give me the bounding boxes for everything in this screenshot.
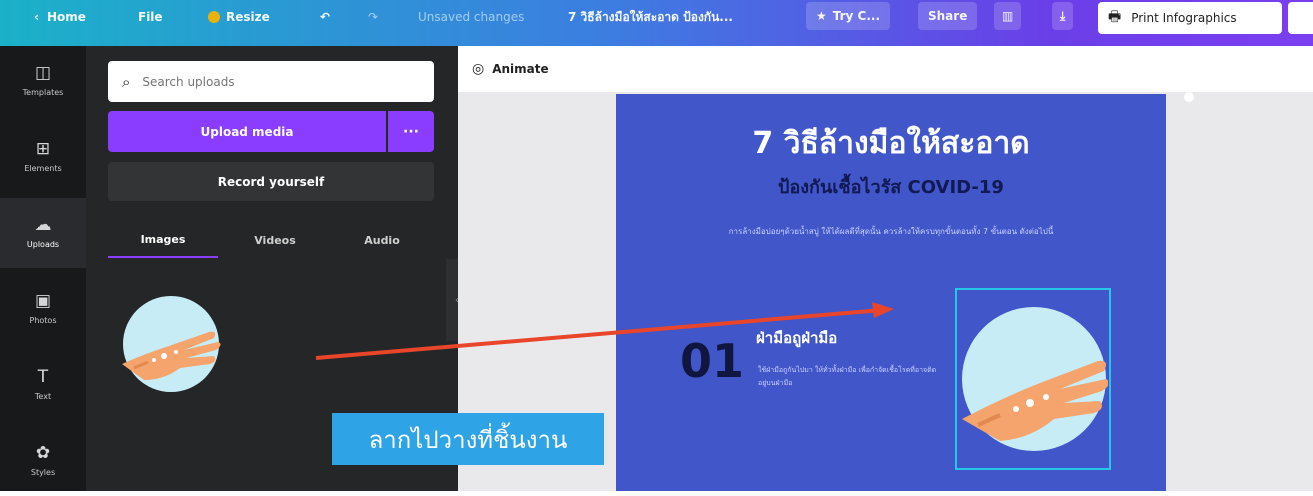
templates-icon: ◫ <box>34 63 52 83</box>
try-pro-button[interactable]: ★ Try C... <box>806 2 891 30</box>
instruction-caption: ลากไปวางที่ชิ้นงาน <box>332 413 604 465</box>
more-dots-icon: ··· <box>403 123 419 140</box>
uploaded-image-thumbnail[interactable] <box>114 294 228 394</box>
home-label: Home <box>46 10 86 24</box>
crown-icon <box>208 11 220 23</box>
sidebar-item-label: Elements <box>24 164 62 173</box>
design-page[interactable]: 7 วิธีล้างมือให้สะอาด ป้องกันเชื้อไวรัส … <box>616 94 1166 491</box>
record-label: Record yourself <box>217 174 325 189</box>
sidebar-item-label: Photos <box>29 316 57 325</box>
search-input[interactable] <box>142 74 393 89</box>
tab-audio[interactable]: Audio <box>330 222 434 258</box>
sidebar-item-label: Uploads <box>26 240 60 249</box>
top-bar: ‹ Home File Resize ↶ ↷ Unsaved changes 7… <box>0 0 1313 46</box>
text-icon: T <box>37 367 49 387</box>
file-label: File <box>138 10 163 24</box>
uploads-icon: ☁ <box>34 215 52 235</box>
document-title[interactable]: 7 วิธีล้างมือให้สะอาด ป้องกัน... <box>568 6 733 28</box>
upload-media-button[interactable]: Upload media <box>108 111 386 152</box>
star-icon: ★ <box>816 9 827 23</box>
upload-options-button[interactable]: ··· <box>388 111 434 152</box>
bar-chart-icon: ▥ <box>1002 9 1014 23</box>
sidebar-item-label: Text <box>34 392 52 401</box>
design-description[interactable]: การล้างมือบ่อยๆด้วยน้ำสบู่ ให้ได้ผลดีที่… <box>686 224 1096 239</box>
step-description[interactable]: ใช้ฝ่ามือถูกันไปมา ให้ทั่วทั้งฝ่ามือ เพื… <box>758 364 938 390</box>
file-menu[interactable]: File <box>138 6 163 28</box>
styles-icon: ✿ <box>35 443 51 463</box>
try-label: Try C... <box>832 9 881 23</box>
animate-button[interactable]: Animate <box>492 62 548 76</box>
download-button[interactable]: ⤓ <box>1052 2 1074 30</box>
step-number[interactable]: 01 <box>680 334 744 388</box>
sidebar-item-text[interactable]: T Text <box>0 350 86 420</box>
share-button[interactable]: Share <box>918 2 978 30</box>
tab-images[interactable]: Images <box>108 222 218 258</box>
share-label: Share <box>928 9 968 23</box>
tab-label: Images <box>140 232 186 246</box>
redo-button[interactable]: ↷ <box>368 6 378 28</box>
sidebar-item-templates[interactable]: ◫ Templates <box>0 46 86 116</box>
insights-button[interactable]: ▥ <box>994 2 1022 30</box>
search-icon: ⌕ <box>122 72 131 91</box>
resize-button[interactable]: Resize <box>208 6 270 28</box>
redo-icon: ↷ <box>368 10 379 24</box>
sidebar-item-elements[interactable]: ⊞ Elements <box>0 122 86 192</box>
download-icon: ⤓ <box>1060 8 1066 23</box>
doc-title-text: 7 วิธีล้างมือให้สะอาด ป้องกัน... <box>568 9 733 24</box>
tab-label: Videos <box>254 233 296 247</box>
page-scroll-handle[interactable] <box>1178 92 1200 102</box>
tab-label: Audio <box>364 233 400 247</box>
record-yourself-button[interactable]: Record yourself <box>108 162 434 201</box>
print-icon: 🖶 <box>1108 9 1122 25</box>
unsaved-label: Unsaved changes <box>418 10 525 24</box>
photos-icon: ▣ <box>34 291 52 311</box>
step-title[interactable]: ฝ่ามือถูฝ่ามือ <box>756 326 837 350</box>
upload-media-label: Upload media <box>200 124 294 139</box>
undo-button[interactable]: ↶ <box>320 6 330 28</box>
animate-icon: ◎ <box>472 61 485 77</box>
print-button[interactable]: 🖶 Print Infographics <box>1098 2 1282 34</box>
animate-toolbar: ◎ Animate <box>458 46 1313 92</box>
design-subtitle[interactable]: ป้องกันเชื้อไวรัส COVID-19 <box>616 172 1166 201</box>
tab-videos[interactable]: Videos <box>220 222 330 258</box>
sidebar-item-label: Styles <box>30 468 56 477</box>
sidebar-item-uploads[interactable]: ☁ Uploads <box>0 198 86 268</box>
home-button[interactable]: ‹ Home <box>34 6 86 28</box>
sidebar-item-label: Templates <box>22 88 64 97</box>
search-box[interactable]: ⌕ <box>108 61 434 102</box>
left-sidebar: ◫ Templates ⊞ Elements ☁ Uploads ▣ Photo… <box>0 46 86 491</box>
chevron-left-icon: ‹ <box>34 10 39 24</box>
sidebar-item-styles[interactable]: ✿ Styles <box>0 426 86 496</box>
resize-label: Resize <box>226 10 270 24</box>
undo-icon: ↶ <box>320 10 331 24</box>
more-menu-button[interactable] <box>1288 2 1313 34</box>
sidebar-item-photos[interactable]: ▣ Photos <box>0 274 86 344</box>
selection-box[interactable] <box>955 288 1111 470</box>
unsaved-status: Unsaved changes <box>418 6 524 28</box>
print-label: Print Infographics <box>1131 11 1237 25</box>
design-title[interactable]: 7 วิธีล้างมือให้สะอาด <box>616 120 1166 167</box>
elements-icon: ⊞ <box>35 139 51 159</box>
